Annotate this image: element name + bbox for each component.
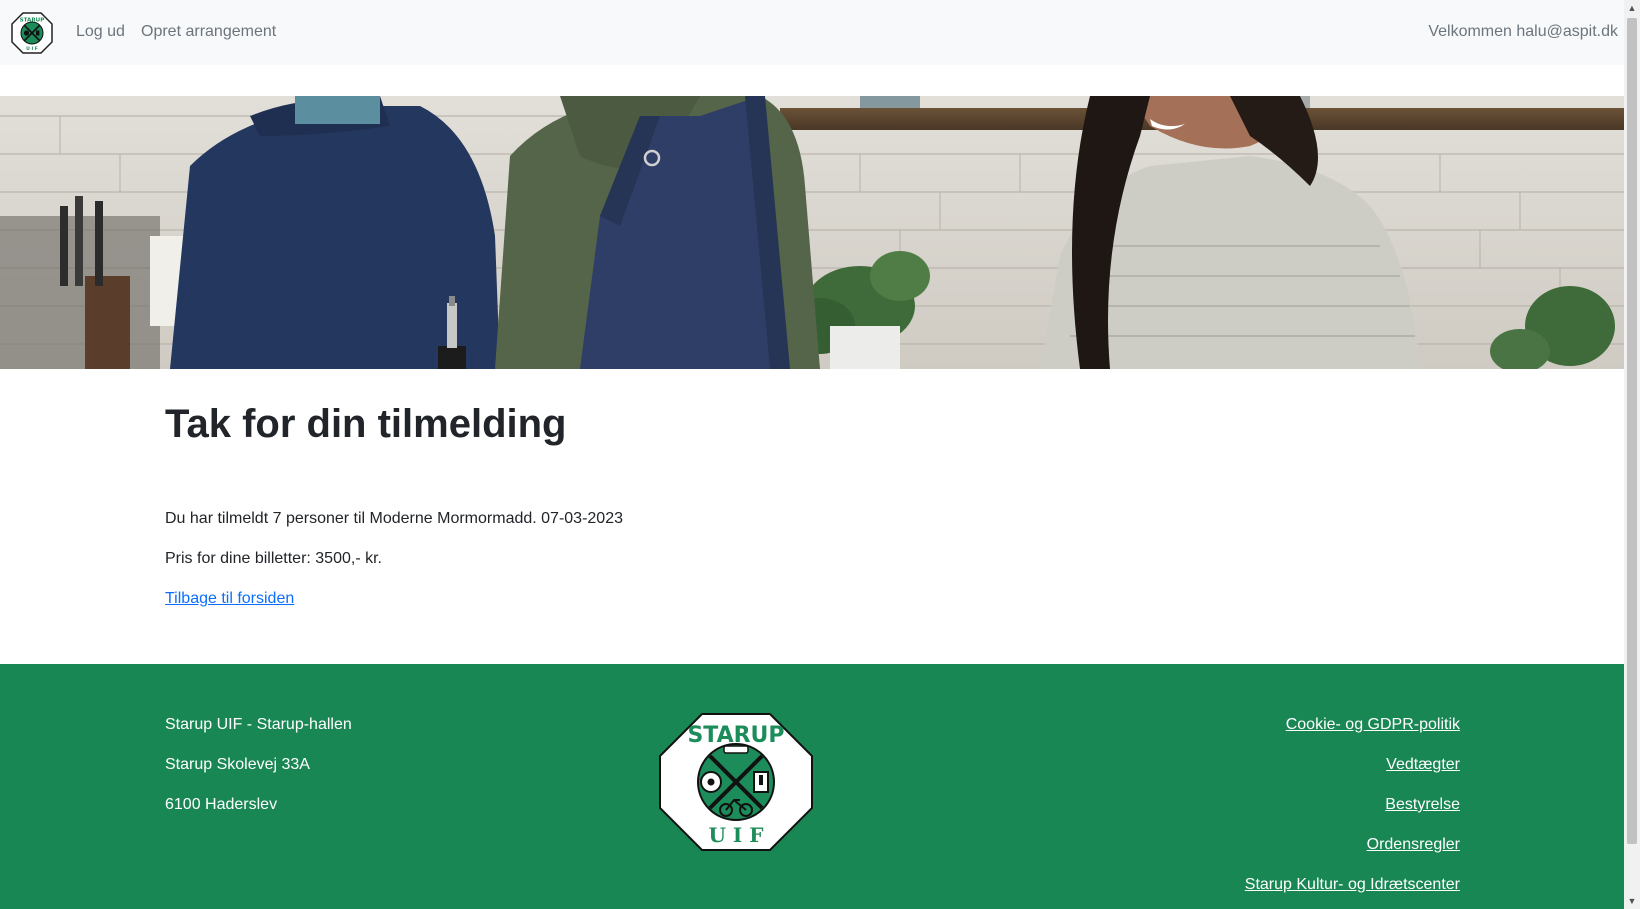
board-link[interactable]: Bestyrelse [1385,796,1460,814]
house-rules-link[interactable]: Ordensregler [1367,836,1460,854]
scroll-up-icon[interactable]: ▲ [1624,0,1640,16]
footer-street: Starup Skolevej 33A [165,756,310,773]
top-navbar: STARUP U I F Log ud Opret arrangement Ve… [0,0,1624,65]
price-text: Pris for dine billetter: 3500,- kr. [165,550,382,567]
footer-logo-top-text: STARUP [687,723,784,748]
statutes-link[interactable]: Vedtægter [1386,756,1460,774]
cookie-gdpr-link[interactable]: Cookie- og GDPR-politik [1286,716,1460,734]
culture-sports-center-link[interactable]: Starup Kultur- og Idrætscenter [1245,876,1460,894]
registration-text: Du har tilmeldt 7 personer til Moderne M… [165,510,623,527]
vertical-scrollbar[interactable]: ▲ ▼ [1624,0,1640,909]
logout-link[interactable]: Log ud [76,23,125,41]
footer-club-logo-icon: STARUP U I F [659,713,813,851]
welcome-text: Velkommen halu@aspit.dk [1428,23,1618,40]
create-event-link[interactable]: Opret arrangement [141,23,276,41]
kitchen-scene-image [0,96,1624,369]
scrollbar-thumb[interactable] [1627,18,1637,844]
svg-text:STARUP: STARUP [20,17,45,23]
scroll-down-icon[interactable]: ▼ [1624,893,1640,909]
hero-banner-image [0,96,1624,369]
footer-logo-bottom-text: U I F [709,823,764,847]
footer-club-name: Starup UIF - Starup-hallen [165,716,352,733]
page: STARUP U I F Log ud Opret arrangement Ve… [0,0,1624,909]
footer: Starup UIF - Starup-hallen Starup Skolev… [0,664,1624,909]
back-to-home-link[interactable]: Tilbage til forsiden [165,590,294,608]
svg-text:U I F: U I F [26,46,38,52]
footer-city: 6100 Haderslev [165,796,278,813]
confirmation-content: Tak for din tilmelding Du har tilmeldt 7… [165,400,1465,607]
club-logo-icon[interactable]: STARUP U I F [11,12,53,54]
page-title: Tak for din tilmelding [165,402,567,446]
